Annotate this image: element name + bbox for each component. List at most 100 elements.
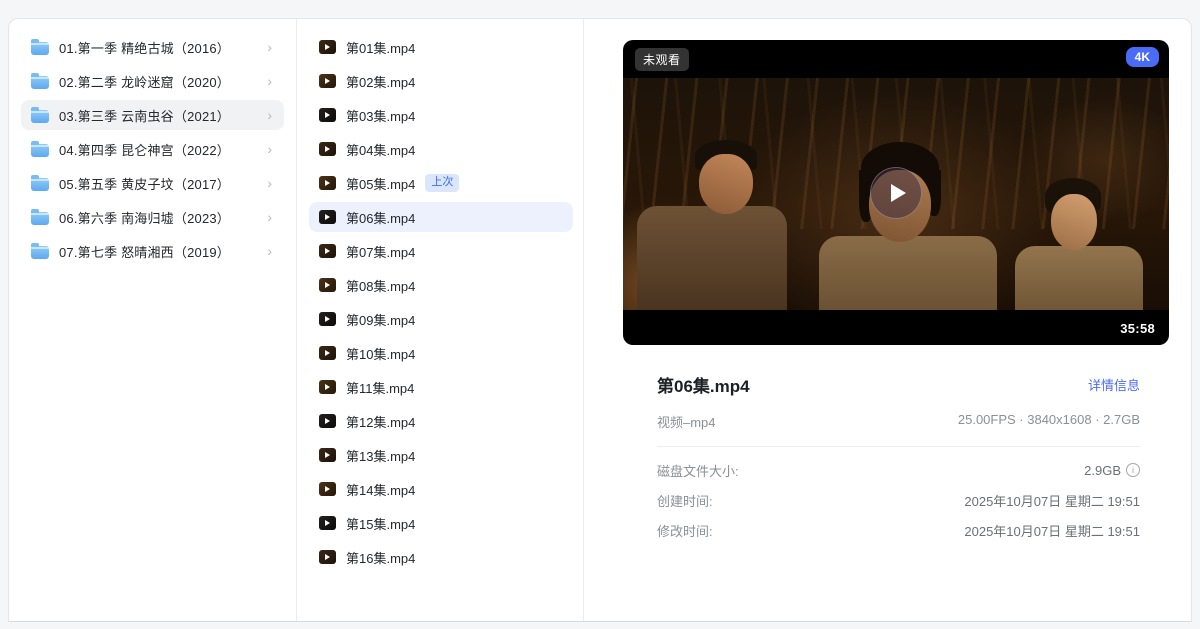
folder-list: 01.第一季 精绝古城（2016） › 02.第二季 龙岭迷窟（2020） › … bbox=[9, 32, 296, 266]
episode-item[interactable]: 第06集.mp4 bbox=[309, 202, 573, 232]
play-icon bbox=[891, 184, 906, 202]
episode-item[interactable]: 第04集.mp4 bbox=[309, 134, 573, 164]
last-watched-badge: 上次 bbox=[425, 174, 459, 191]
folder-item[interactable]: 04.第四季 昆仑神宫（2022） › bbox=[21, 134, 284, 164]
episode-item[interactable]: 第03集.mp4 bbox=[309, 100, 573, 130]
folder-label: 03.第三季 云南虫谷（2021） bbox=[59, 106, 257, 125]
video-thumbnail-icon bbox=[319, 550, 336, 564]
episode-item[interactable]: 第15集.mp4 bbox=[309, 508, 573, 538]
folder-icon bbox=[31, 76, 49, 89]
folder-item[interactable]: 03.第三季 云南虫谷（2021） › bbox=[21, 100, 284, 130]
episode-label: 第01集.mp4 bbox=[346, 38, 415, 57]
episode-label: 第14集.mp4 bbox=[346, 480, 415, 499]
episode-label: 第10集.mp4 bbox=[346, 344, 415, 363]
folder-label: 01.第一季 精绝古城（2016） bbox=[59, 38, 257, 57]
episode-label: 第03集.mp4 bbox=[346, 106, 415, 125]
folder-panel: 01.第一季 精绝古城（2016） › 02.第二季 龙岭迷窟（2020） › … bbox=[9, 19, 297, 621]
video-thumbnail-icon bbox=[319, 142, 336, 156]
video-thumbnail-icon bbox=[319, 312, 336, 326]
folder-label: 02.第二季 龙岭迷窟（2020） bbox=[59, 72, 257, 91]
details-link[interactable]: 详情信息 bbox=[1088, 375, 1140, 394]
video-thumbnail-icon bbox=[319, 244, 336, 258]
detail-value: 2025年10月07日 星期二 19:51 bbox=[964, 491, 1140, 510]
folder-label: 04.第四季 昆仑神宫（2022） bbox=[59, 140, 257, 159]
episode-item[interactable]: 第02集.mp4 bbox=[309, 66, 573, 96]
file-type: 视频–mp4 bbox=[657, 412, 716, 431]
file-specs: 25.00FPS · 3840x1608 · 2.7GB bbox=[958, 412, 1140, 431]
folder-icon bbox=[31, 110, 49, 123]
chevron-right-icon: › bbox=[267, 40, 274, 54]
folder-item[interactable]: 05.第五季 黄皮子坟（2017） › bbox=[21, 168, 284, 198]
episode-label: 第04集.mp4 bbox=[346, 140, 415, 159]
episode-panel: 第01集.mp4 第02集.mp4 第03集.mp4 第04集.mp4 第05集… bbox=[297, 19, 584, 621]
video-thumbnail-icon bbox=[319, 108, 336, 122]
chevron-right-icon: › bbox=[267, 244, 274, 258]
episode-label: 第06集.mp4 bbox=[346, 208, 415, 227]
episode-item[interactable]: 第14集.mp4 bbox=[309, 474, 573, 504]
detail-row: 创建时间: 2025年10月07日 星期二 19:51 bbox=[657, 485, 1140, 515]
episode-label: 第02集.mp4 bbox=[346, 72, 415, 91]
episode-label: 第15集.mp4 bbox=[346, 514, 415, 533]
episode-label: 第12集.mp4 bbox=[346, 412, 415, 431]
chevron-right-icon: › bbox=[267, 142, 274, 156]
episode-item[interactable]: 第07集.mp4 bbox=[309, 236, 573, 266]
episode-label: 第08集.mp4 bbox=[346, 276, 415, 295]
divider bbox=[657, 446, 1140, 447]
folder-item[interactable]: 07.第七季 怒晴湘西（2019） › bbox=[21, 236, 284, 266]
info-icon[interactable] bbox=[1126, 463, 1140, 477]
folder-icon bbox=[31, 42, 49, 55]
chevron-right-icon: › bbox=[267, 74, 274, 88]
episode-label: 第07集.mp4 bbox=[346, 242, 415, 261]
episode-item[interactable]: 第13集.mp4 bbox=[309, 440, 573, 470]
detail-label: 修改时间: bbox=[657, 521, 713, 540]
episode-label: 第09集.mp4 bbox=[346, 310, 415, 329]
video-thumbnail-icon bbox=[319, 346, 336, 360]
detail-row: 磁盘文件大小: 2.9GB bbox=[657, 455, 1140, 485]
episode-item[interactable]: 第16集.mp4 bbox=[309, 542, 573, 572]
video-thumbnail-icon bbox=[319, 414, 336, 428]
quality-4k-badge: 4K bbox=[1126, 47, 1159, 67]
episode-item[interactable]: 第11集.mp4 bbox=[309, 372, 573, 402]
episode-item[interactable]: 第08集.mp4 bbox=[309, 270, 573, 300]
episode-list: 第01集.mp4 第02集.mp4 第03集.mp4 第04集.mp4 第05集… bbox=[297, 32, 583, 572]
detail-rows: 磁盘文件大小: 2.9GB 创建时间: 2025年10月07日 星期二 19:5… bbox=[657, 455, 1140, 545]
detail-panel: 未观看 4K 35:58 第06集.mp4 详情信息 视频–mp4 25.00F… bbox=[584, 19, 1191, 621]
episode-item[interactable]: 第09集.mp4 bbox=[309, 304, 573, 334]
episode-item[interactable]: 第05集.mp4 上次 bbox=[309, 168, 573, 198]
video-thumbnail-icon bbox=[319, 448, 336, 462]
media-manager-window: 01.第一季 精绝古城（2016） › 02.第二季 龙岭迷窟（2020） › … bbox=[8, 18, 1192, 622]
episode-label: 第16集.mp4 bbox=[346, 548, 415, 567]
video-thumbnail-icon bbox=[319, 74, 336, 88]
video-thumbnail-icon bbox=[319, 176, 336, 190]
chevron-right-icon: › bbox=[267, 210, 274, 224]
episode-label: 第11集.mp4 bbox=[346, 378, 414, 397]
unwatched-badge: 未观看 bbox=[635, 48, 689, 71]
folder-icon bbox=[31, 246, 49, 259]
episode-item[interactable]: 第12集.mp4 bbox=[309, 406, 573, 436]
play-button[interactable] bbox=[870, 167, 922, 219]
video-thumbnail-icon bbox=[319, 210, 336, 224]
detail-row: 修改时间: 2025年10月07日 星期二 19:51 bbox=[657, 515, 1140, 545]
file-title: 第06集.mp4 bbox=[657, 372, 750, 397]
chevron-right-icon: › bbox=[267, 176, 274, 190]
chevron-right-icon: › bbox=[267, 108, 274, 122]
video-thumbnail-icon bbox=[319, 40, 336, 54]
episode-item[interactable]: 第01集.mp4 bbox=[309, 32, 573, 62]
detail-label: 创建时间: bbox=[657, 491, 713, 510]
video-duration: 35:58 bbox=[1120, 321, 1155, 336]
detail-label: 磁盘文件大小: bbox=[657, 461, 739, 480]
folder-label: 05.第五季 黄皮子坟（2017） bbox=[59, 174, 257, 193]
folder-item[interactable]: 02.第二季 龙岭迷窟（2020） › bbox=[21, 66, 284, 96]
folder-label: 07.第七季 怒晴湘西（2019） bbox=[59, 242, 257, 261]
episode-label: 第13集.mp4 bbox=[346, 446, 415, 465]
episode-item[interactable]: 第10集.mp4 bbox=[309, 338, 573, 368]
video-thumbnail-icon bbox=[319, 380, 336, 394]
folder-item[interactable]: 06.第六季 南海归墟（2023） › bbox=[21, 202, 284, 232]
file-info-section: 第06集.mp4 详情信息 视频–mp4 25.00FPS · 3840x160… bbox=[584, 345, 1191, 545]
video-thumbnail-icon bbox=[319, 278, 336, 292]
folder-icon bbox=[31, 178, 49, 191]
detail-value: 2025年10月07日 星期二 19:51 bbox=[964, 521, 1140, 540]
folder-item[interactable]: 01.第一季 精绝古城（2016） › bbox=[21, 32, 284, 62]
folder-icon bbox=[31, 212, 49, 225]
video-thumbnail-icon bbox=[319, 516, 336, 530]
